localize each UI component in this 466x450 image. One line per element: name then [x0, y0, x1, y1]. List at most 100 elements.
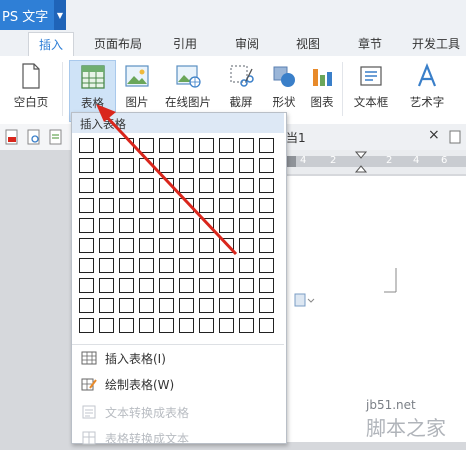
textbox-button[interactable]: 文本框	[346, 60, 396, 120]
grid-cell[interactable]	[179, 158, 194, 173]
grid-cell[interactable]	[259, 318, 274, 333]
grid-cell[interactable]	[239, 218, 254, 233]
grid-cell[interactable]	[119, 178, 134, 193]
paste-options-icon[interactable]	[294, 293, 318, 307]
menu-item-insert-table[interactable]: 插入表格(I)	[72, 346, 284, 370]
grid-cell[interactable]	[159, 138, 174, 153]
grid-cell[interactable]	[219, 258, 234, 273]
grid-cell[interactable]	[139, 158, 154, 173]
grid-cell[interactable]	[119, 278, 134, 293]
grid-cell[interactable]	[219, 298, 234, 313]
grid-cell[interactable]	[159, 258, 174, 273]
screenshot-button[interactable]: 截屏	[220, 60, 262, 120]
grid-cell[interactable]	[219, 318, 234, 333]
grid-cell[interactable]	[219, 278, 234, 293]
grid-cell[interactable]	[179, 178, 194, 193]
grid-cell[interactable]	[219, 138, 234, 153]
grid-cell[interactable]	[99, 198, 114, 213]
grid-cell[interactable]	[79, 198, 94, 213]
grid-cell[interactable]	[99, 178, 114, 193]
wordart-button[interactable]: 艺术字	[402, 60, 452, 120]
grid-cell[interactable]	[259, 278, 274, 293]
grid-cell[interactable]	[259, 138, 274, 153]
grid-cell[interactable]	[179, 278, 194, 293]
tab-section[interactable]: 章节	[350, 34, 390, 54]
grid-cell[interactable]	[259, 178, 274, 193]
grid-cell[interactable]	[139, 298, 154, 313]
online-picture-button[interactable]: 在线图片	[161, 60, 215, 120]
grid-cell[interactable]	[159, 238, 174, 253]
grid-cell[interactable]	[259, 158, 274, 173]
grid-cell[interactable]	[199, 138, 214, 153]
close-icon[interactable]: ×	[428, 127, 440, 143]
picture-button[interactable]: 图片	[118, 60, 156, 120]
tab-developer[interactable]: 开发工具	[406, 34, 466, 54]
grid-cell[interactable]	[199, 318, 214, 333]
grid-cell[interactable]	[199, 178, 214, 193]
grid-cell[interactable]	[239, 158, 254, 173]
tab-insert[interactable]: 插入	[28, 32, 74, 57]
grid-cell[interactable]	[79, 238, 94, 253]
grid-cell[interactable]	[139, 198, 154, 213]
grid-cell[interactable]	[119, 258, 134, 273]
app-menu-button[interactable]: PS 文字 ▼	[0, 0, 66, 30]
grid-cell[interactable]	[219, 218, 234, 233]
grid-cell[interactable]	[79, 158, 94, 173]
grid-cell[interactable]	[119, 218, 134, 233]
grid-cell[interactable]	[79, 318, 94, 333]
grid-cell[interactable]	[179, 138, 194, 153]
tab-references[interactable]: 引用	[165, 34, 205, 54]
blank-page-button[interactable]: 空白页	[6, 60, 56, 120]
grid-cell[interactable]	[239, 258, 254, 273]
grid-cell[interactable]	[139, 218, 154, 233]
grid-cell[interactable]	[79, 298, 94, 313]
grid-cell[interactable]	[79, 278, 94, 293]
grid-cell[interactable]	[219, 178, 234, 193]
tab-page-layout[interactable]: 页面布局	[88, 34, 148, 54]
indent-marker-icon[interactable]	[355, 151, 367, 173]
grid-cell[interactable]	[159, 298, 174, 313]
grid-cell[interactable]	[99, 138, 114, 153]
grid-cell[interactable]	[179, 218, 194, 233]
grid-cell[interactable]	[179, 298, 194, 313]
document-tab[interactable]: 当1	[286, 129, 306, 146]
grid-cell[interactable]	[239, 178, 254, 193]
grid-cell[interactable]	[239, 278, 254, 293]
pdf-icon[interactable]	[4, 129, 20, 145]
grid-cell[interactable]	[199, 198, 214, 213]
tab-view[interactable]: 视图	[288, 34, 328, 54]
print-icon[interactable]	[48, 129, 64, 145]
grid-cell[interactable]	[99, 298, 114, 313]
grid-cell[interactable]	[99, 158, 114, 173]
grid-cell[interactable]	[179, 258, 194, 273]
grid-cell[interactable]	[99, 318, 114, 333]
grid-cell[interactable]	[139, 178, 154, 193]
grid-cell[interactable]	[139, 258, 154, 273]
grid-cell[interactable]	[219, 238, 234, 253]
grid-cell[interactable]	[259, 218, 274, 233]
grid-cell[interactable]	[99, 238, 114, 253]
shape-button[interactable]: 形状	[266, 60, 302, 120]
grid-cell[interactable]	[159, 178, 174, 193]
grid-cell[interactable]	[199, 258, 214, 273]
grid-cell[interactable]	[239, 198, 254, 213]
grid-cell[interactable]	[259, 238, 274, 253]
grid-cell[interactable]	[239, 138, 254, 153]
grid-cell[interactable]	[159, 318, 174, 333]
grid-cell[interactable]	[159, 218, 174, 233]
grid-cell[interactable]	[79, 138, 94, 153]
grid-cell[interactable]	[79, 178, 94, 193]
grid-cell[interactable]	[219, 158, 234, 173]
grid-cell[interactable]	[199, 218, 214, 233]
grid-cell[interactable]	[139, 238, 154, 253]
grid-cell[interactable]	[199, 278, 214, 293]
grid-cell[interactable]	[119, 158, 134, 173]
grid-cell[interactable]	[259, 298, 274, 313]
print-preview-icon[interactable]	[26, 129, 42, 145]
grid-cell[interactable]	[79, 218, 94, 233]
grid-cell[interactable]	[159, 198, 174, 213]
grid-cell[interactable]	[179, 238, 194, 253]
chevron-down-icon[interactable]: ▼	[54, 0, 66, 30]
grid-cell[interactable]	[199, 238, 214, 253]
grid-cell[interactable]	[119, 138, 134, 153]
